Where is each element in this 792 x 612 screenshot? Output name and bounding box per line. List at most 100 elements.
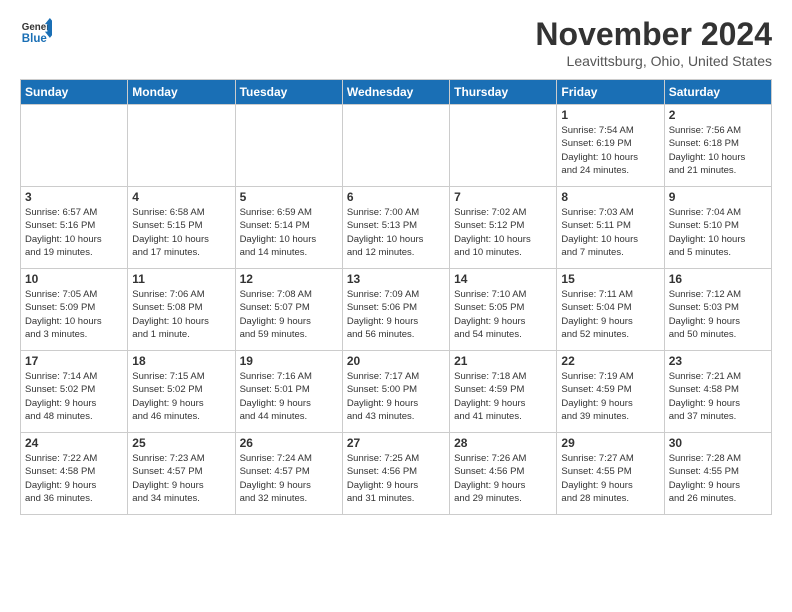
week-row-4: 17 Sunrise: 7:14 AM Sunset: 5:02 PM Dayli… [21,351,772,433]
calendar-cell: 8Sunrise: 7:03 AM Sunset: 5:11 PM Daylig… [557,187,664,269]
day-info: Sunrise: 7:25 AM Sunset: 4:56 PM Dayligh… [347,452,445,505]
calendar-cell: 7 Sunrise: 7:02 AM Sunset: 5:12 PM Daylig… [450,187,557,269]
day-number: 4 [132,190,230,204]
day-info: Sunrise: 6:59 AM Sunset: 5:14 PM Dayligh… [240,206,338,259]
day-info: Sunrise: 7:14 AM Sunset: 5:02 PM Dayligh… [25,370,123,423]
day-number: 16 [669,272,767,286]
calendar-cell: 29Sunrise: 7:27 AM Sunset: 4:55 PM Dayli… [557,433,664,515]
day-info: Sunrise: 7:19 AM Sunset: 4:59 PM Dayligh… [561,370,659,423]
day-number: 27 [347,436,445,450]
calendar-cell [128,105,235,187]
logo: General Blue [20,16,52,48]
day-info: Sunrise: 7:28 AM Sunset: 4:55 PM Dayligh… [669,452,767,505]
day-number: 30 [669,436,767,450]
day-number: 19 [240,354,338,368]
title-block: November 2024 Leavittsburg, Ohio, United… [535,16,772,69]
calendar-cell: 1Sunrise: 7:54 AM Sunset: 6:19 PM Daylig… [557,105,664,187]
day-number: 7 [454,190,552,204]
calendar-cell: 2 Sunrise: 7:56 AM Sunset: 6:18 PM Daylig… [664,105,771,187]
day-number: 12 [240,272,338,286]
day-info: Sunrise: 6:58 AM Sunset: 5:15 PM Dayligh… [132,206,230,259]
day-number: 10 [25,272,123,286]
calendar-cell: 16 Sunrise: 7:12 AM Sunset: 5:03 PM Dayli… [664,269,771,351]
calendar: SundayMondayTuesdayWednesdayThursdayFrid… [20,79,772,515]
day-info: Sunrise: 7:21 AM Sunset: 4:58 PM Dayligh… [669,370,767,423]
day-info: Sunrise: 7:06 AM Sunset: 5:08 PM Dayligh… [132,288,230,341]
day-info: Sunrise: 7:22 AM Sunset: 4:58 PM Dayligh… [25,452,123,505]
day-info: Sunrise: 7:16 AM Sunset: 5:01 PM Dayligh… [240,370,338,423]
day-number: 20 [347,354,445,368]
calendar-header-wednesday: Wednesday [342,80,449,105]
day-info: Sunrise: 7:03 AM Sunset: 5:11 PM Dayligh… [561,206,659,259]
calendar-header-friday: Friday [557,80,664,105]
calendar-header-row: SundayMondayTuesdayWednesdayThursdayFrid… [21,80,772,105]
calendar-cell: 24 Sunrise: 7:22 AM Sunset: 4:58 PM Dayli… [21,433,128,515]
day-info: Sunrise: 7:26 AM Sunset: 4:56 PM Dayligh… [454,452,552,505]
calendar-header-saturday: Saturday [664,80,771,105]
calendar-cell: 19 Sunrise: 7:16 AM Sunset: 5:01 PM Dayli… [235,351,342,433]
day-number: 17 [25,354,123,368]
day-info: Sunrise: 7:08 AM Sunset: 5:07 PM Dayligh… [240,288,338,341]
week-row-3: 10 Sunrise: 7:05 AM Sunset: 5:09 PM Dayli… [21,269,772,351]
day-number: 9 [669,190,767,204]
calendar-cell: 25Sunrise: 7:23 AM Sunset: 4:57 PM Dayli… [128,433,235,515]
calendar-cell: 26 Sunrise: 7:24 AM Sunset: 4:57 PM Dayli… [235,433,342,515]
calendar-cell [450,105,557,187]
calendar-cell: 10 Sunrise: 7:05 AM Sunset: 5:09 PM Dayli… [21,269,128,351]
day-number: 6 [347,190,445,204]
calendar-cell: 21 Sunrise: 7:18 AM Sunset: 4:59 PM Dayli… [450,351,557,433]
calendar-cell: 9 Sunrise: 7:04 AM Sunset: 5:10 PM Daylig… [664,187,771,269]
day-number: 18 [132,354,230,368]
day-info: Sunrise: 7:05 AM Sunset: 5:09 PM Dayligh… [25,288,123,341]
logo-icon: General Blue [20,16,52,48]
header: General Blue November 2024 Leavittsburg,… [20,16,772,69]
calendar-cell: 4 Sunrise: 6:58 AM Sunset: 5:15 PM Daylig… [128,187,235,269]
day-number: 3 [25,190,123,204]
day-info: Sunrise: 6:57 AM Sunset: 5:16 PM Dayligh… [25,206,123,259]
calendar-cell: 3 Sunrise: 6:57 AM Sunset: 5:16 PM Daylig… [21,187,128,269]
day-info: Sunrise: 7:02 AM Sunset: 5:12 PM Dayligh… [454,206,552,259]
day-info: Sunrise: 7:54 AM Sunset: 6:19 PM Dayligh… [561,124,659,177]
location: Leavittsburg, Ohio, United States [535,53,772,69]
calendar-header-sunday: Sunday [21,80,128,105]
day-info: Sunrise: 7:12 AM Sunset: 5:03 PM Dayligh… [669,288,767,341]
day-number: 5 [240,190,338,204]
day-info: Sunrise: 7:18 AM Sunset: 4:59 PM Dayligh… [454,370,552,423]
day-number: 21 [454,354,552,368]
week-row-5: 24 Sunrise: 7:22 AM Sunset: 4:58 PM Dayli… [21,433,772,515]
svg-text:Blue: Blue [22,33,48,45]
day-number: 24 [25,436,123,450]
day-number: 22 [561,354,659,368]
calendar-cell: 17 Sunrise: 7:14 AM Sunset: 5:02 PM Dayli… [21,351,128,433]
day-number: 26 [240,436,338,450]
calendar-cell: 28 Sunrise: 7:26 AM Sunset: 4:56 PM Dayli… [450,433,557,515]
day-number: 11 [132,272,230,286]
month-title: November 2024 [535,16,772,53]
day-number: 25 [132,436,230,450]
day-number: 28 [454,436,552,450]
calendar-cell: 27 Sunrise: 7:25 AM Sunset: 4:56 PM Dayli… [342,433,449,515]
day-info: Sunrise: 7:10 AM Sunset: 5:05 PM Dayligh… [454,288,552,341]
calendar-cell: 15Sunrise: 7:11 AM Sunset: 5:04 PM Dayli… [557,269,664,351]
day-number: 14 [454,272,552,286]
calendar-cell: 20 Sunrise: 7:17 AM Sunset: 5:00 PM Dayli… [342,351,449,433]
day-info: Sunrise: 7:24 AM Sunset: 4:57 PM Dayligh… [240,452,338,505]
calendar-cell: 22 Sunrise: 7:19 AM Sunset: 4:59 PM Dayli… [557,351,664,433]
calendar-header-monday: Monday [128,80,235,105]
day-number: 13 [347,272,445,286]
day-info: Sunrise: 7:56 AM Sunset: 6:18 PM Dayligh… [669,124,767,177]
calendar-cell [235,105,342,187]
calendar-header-thursday: Thursday [450,80,557,105]
day-info: Sunrise: 7:17 AM Sunset: 5:00 PM Dayligh… [347,370,445,423]
calendar-cell: 18Sunrise: 7:15 AM Sunset: 5:02 PM Dayli… [128,351,235,433]
calendar-cell: 6 Sunrise: 7:00 AM Sunset: 5:13 PM Daylig… [342,187,449,269]
week-row-1: 1Sunrise: 7:54 AM Sunset: 6:19 PM Daylig… [21,105,772,187]
day-info: Sunrise: 7:00 AM Sunset: 5:13 PM Dayligh… [347,206,445,259]
day-info: Sunrise: 7:09 AM Sunset: 5:06 PM Dayligh… [347,288,445,341]
day-info: Sunrise: 7:04 AM Sunset: 5:10 PM Dayligh… [669,206,767,259]
day-number: 2 [669,108,767,122]
calendar-header-tuesday: Tuesday [235,80,342,105]
day-number: 23 [669,354,767,368]
day-number: 29 [561,436,659,450]
page: General Blue November 2024 Leavittsburg,… [0,0,792,525]
